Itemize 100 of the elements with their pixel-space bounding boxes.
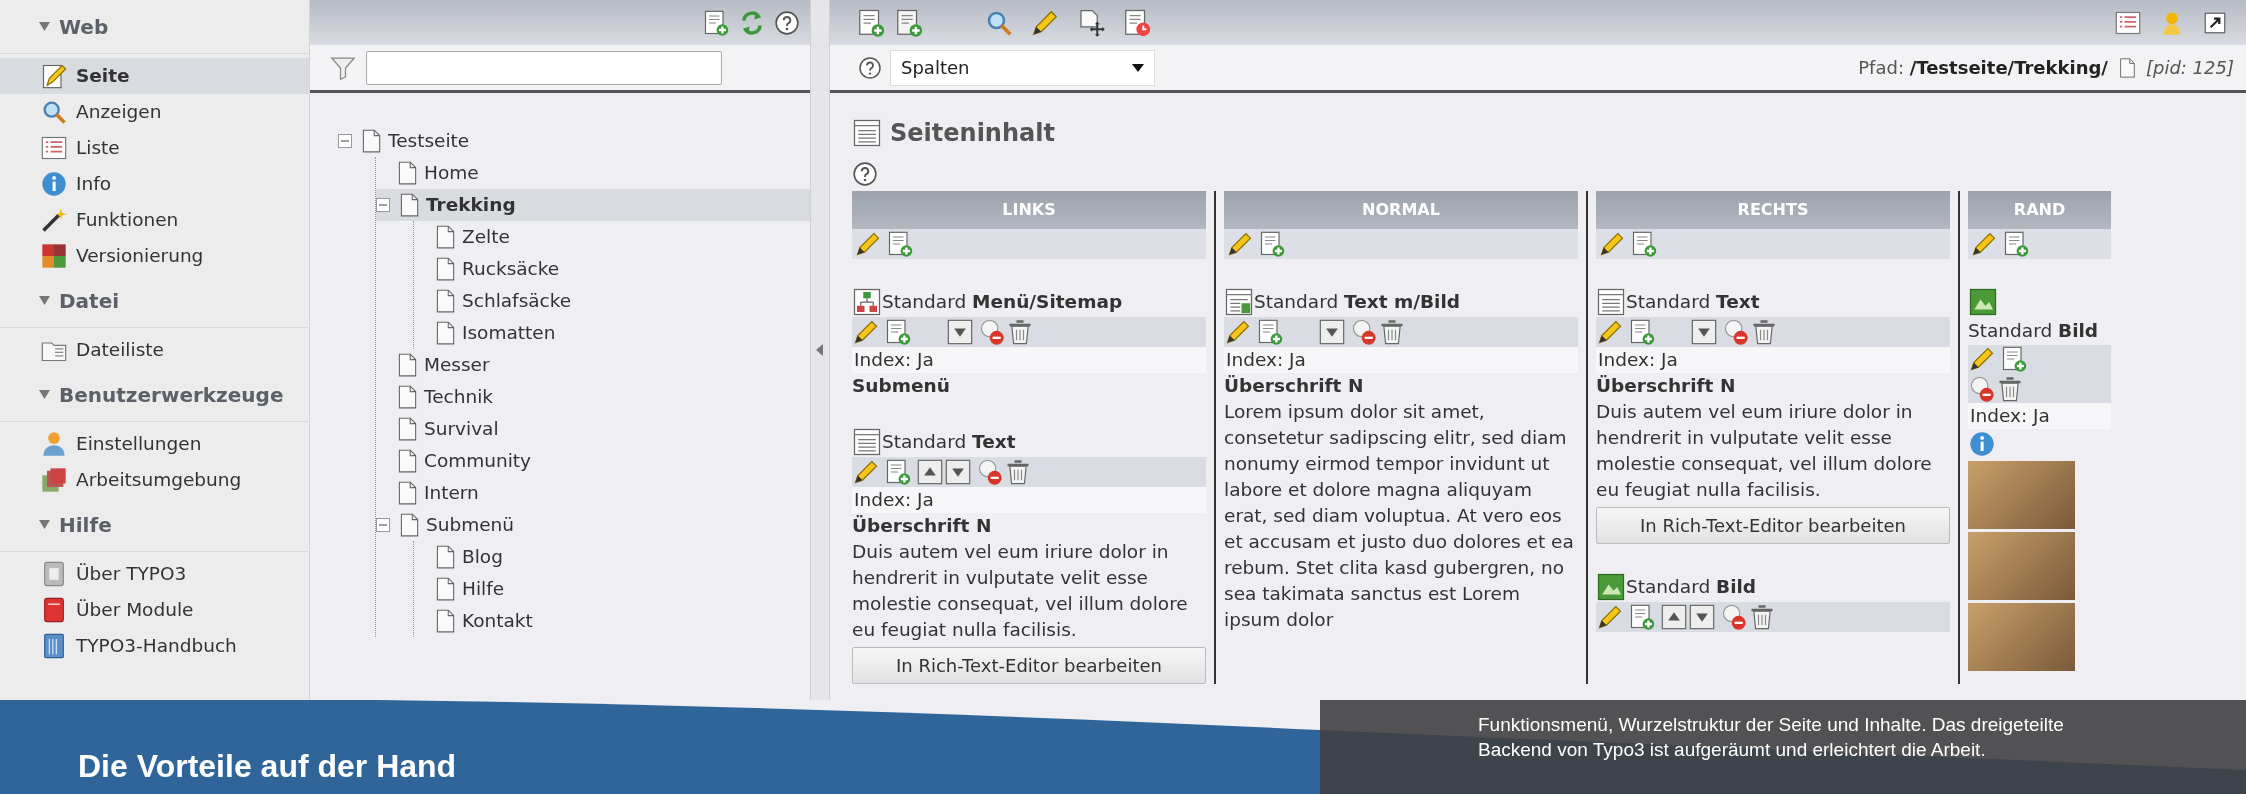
hide-icon[interactable] (1350, 318, 1378, 346)
index-label: Index: Ja (852, 347, 1206, 373)
sidebar-item[interactable]: Versionierung (0, 238, 309, 274)
sidebar-item[interactable]: Über TYPO3 (0, 556, 309, 592)
tree-item[interactable]: Community (376, 445, 810, 477)
hide-icon[interactable] (1722, 318, 1750, 346)
triangle-icon[interactable] (38, 21, 51, 32)
document-plus-icon[interactable] (886, 230, 914, 258)
sidebar-item[interactable]: Funktionen (0, 202, 309, 238)
sidebar-item[interactable]: Seite (0, 58, 309, 94)
tree-item[interactable]: Intern (376, 477, 810, 509)
help-icon[interactable] (774, 9, 800, 36)
hide-icon[interactable] (976, 458, 1004, 486)
document-plus-icon[interactable] (1630, 230, 1658, 258)
sidebar-item[interactable]: Info (0, 166, 309, 202)
tree-item[interactable]: Submenü (376, 509, 810, 541)
tree-item[interactable]: Messer (376, 349, 810, 381)
banner-caption: Funktionsmenü, Wurzelstruktur der Seite und Inhalte. Das dreigeteilte Backend von Typo3 ist aufgeräumt und erleichtert die Arbeit. (1320, 700, 2246, 794)
tree-item[interactable]: Hilfe (414, 573, 810, 605)
text-icon (852, 427, 882, 457)
document-plus-icon[interactable] (1628, 318, 1656, 346)
table-icon (852, 118, 882, 148)
image-icon (1968, 287, 1998, 317)
move-down-icon[interactable] (944, 458, 972, 486)
help-icon[interactable] (858, 55, 882, 80)
hide-icon[interactable] (1968, 374, 1996, 403)
sidebar-item[interactable]: TYPO3-Handbuch (0, 628, 309, 664)
document-plus-icon[interactable] (2000, 344, 2028, 373)
view-select[interactable]: Spalten (890, 49, 1155, 86)
triangle-icon[interactable] (38, 519, 51, 530)
collapse-arrow-icon[interactable] (816, 344, 824, 356)
sidebar-item[interactable]: Liste (0, 130, 309, 166)
table-plus-icon[interactable] (894, 7, 924, 38)
pencil-icon[interactable] (1596, 318, 1624, 346)
sidebar-item[interactable]: Über Module (0, 592, 309, 628)
document-plus-icon[interactable] (884, 458, 912, 486)
column-header: RAND (1968, 191, 2111, 229)
tree-item[interactable]: Blog (414, 541, 810, 573)
move-down-icon[interactable] (1688, 603, 1716, 631)
triangle-icon[interactable] (38, 295, 51, 306)
pencil-icon[interactable] (854, 230, 882, 258)
tree-item[interactable]: Isomatten (414, 317, 810, 349)
document-plus-icon[interactable] (856, 7, 886, 38)
document-plus-icon[interactable] (1628, 603, 1656, 631)
tree-item[interactable]: Rucksäcke (414, 253, 810, 285)
sidebar-item[interactable]: Einstellungen (0, 426, 309, 462)
sidebar-item[interactable]: Dateiliste (0, 332, 309, 368)
triangle-icon[interactable] (38, 389, 51, 400)
tree-item[interactable]: Survival (376, 413, 810, 445)
pencil-icon[interactable] (1598, 230, 1626, 258)
hide-icon[interactable] (978, 318, 1006, 346)
pencil-icon[interactable] (1970, 230, 1998, 258)
page-id: [pid: 125] (2145, 56, 2234, 80)
document-plus-icon[interactable] (702, 8, 730, 37)
tree-item[interactable]: Kontakt (414, 605, 810, 637)
index-label: Index: Ja (1968, 402, 2111, 429)
rich-text-editor-button[interactable]: In Rich-Text-Editor bearbeiten (852, 647, 1206, 684)
document-plus-icon[interactable] (1256, 318, 1284, 346)
tree-item[interactable]: Zelte (414, 221, 810, 253)
info-icon[interactable] (1968, 429, 1996, 458)
element-title: Standard Text (882, 430, 1016, 455)
move-down-icon[interactable] (1318, 318, 1346, 346)
move-down-icon[interactable] (946, 318, 974, 346)
content-text: Duis autem vel eum iriure dolor in hendrerit in vulputate velit esse molestie consequat, vel illum dolore eu feugiat nulla facilisis. (852, 540, 1189, 642)
pencil-page-icon (40, 62, 68, 90)
help-icon[interactable] (852, 161, 878, 187)
content-text: Duis autem vel eum iriure dolor in hendrerit in vulputate velit esse molestie consequat, vel illum dolore eu feugiat nulla facilisis. (1596, 400, 1933, 502)
index-label: Index: Ja (852, 487, 1206, 513)
collapse-icon[interactable] (338, 134, 352, 148)
tree-item[interactable]: Schlafsäcke (414, 285, 810, 317)
hide-icon[interactable] (1720, 603, 1748, 631)
pencil-icon[interactable] (1224, 318, 1252, 346)
filter-field[interactable] (366, 50, 722, 85)
pencil-icon[interactable] (852, 318, 880, 346)
collapse-icon[interactable] (376, 518, 390, 532)
move-up-icon[interactable] (1660, 603, 1688, 631)
group-heading: Datei (59, 287, 120, 315)
element-title: Standard Menü/Sitemap (882, 290, 1123, 315)
sidebar-item[interactable]: Arbeitsumgebung (0, 462, 309, 498)
move-up-icon[interactable] (916, 458, 944, 486)
document-plus-icon[interactable] (1258, 230, 1286, 258)
pencil-icon[interactable] (852, 458, 880, 486)
rich-text-editor-button[interactable]: In Rich-Text-Editor bearbeiten (1596, 507, 1950, 544)
group-heading: Benutzerwerkzeuge (59, 381, 284, 409)
collapse-icon[interactable] (376, 198, 390, 212)
document-plus-icon[interactable] (2002, 230, 2030, 258)
tree-item[interactable]: Home (376, 157, 810, 189)
content-heading: Submenü (852, 374, 951, 398)
document-plus-icon[interactable] (884, 318, 912, 346)
tree-item[interactable]: Trekking (376, 189, 810, 221)
sidebar-item[interactable]: Anzeigen (0, 94, 309, 130)
tree-item[interactable]: Testseite (338, 125, 810, 157)
pencil-icon[interactable] (1596, 603, 1624, 631)
move-down-icon[interactable] (1690, 318, 1718, 346)
pencil-icon[interactable] (1226, 230, 1254, 258)
clock-document-icon[interactable] (1122, 7, 1152, 38)
caret-icon (1132, 63, 1144, 72)
list-icon (40, 134, 68, 162)
content-heading: Überschrift N (1596, 374, 1737, 398)
tree-item[interactable]: Technik (376, 381, 810, 413)
